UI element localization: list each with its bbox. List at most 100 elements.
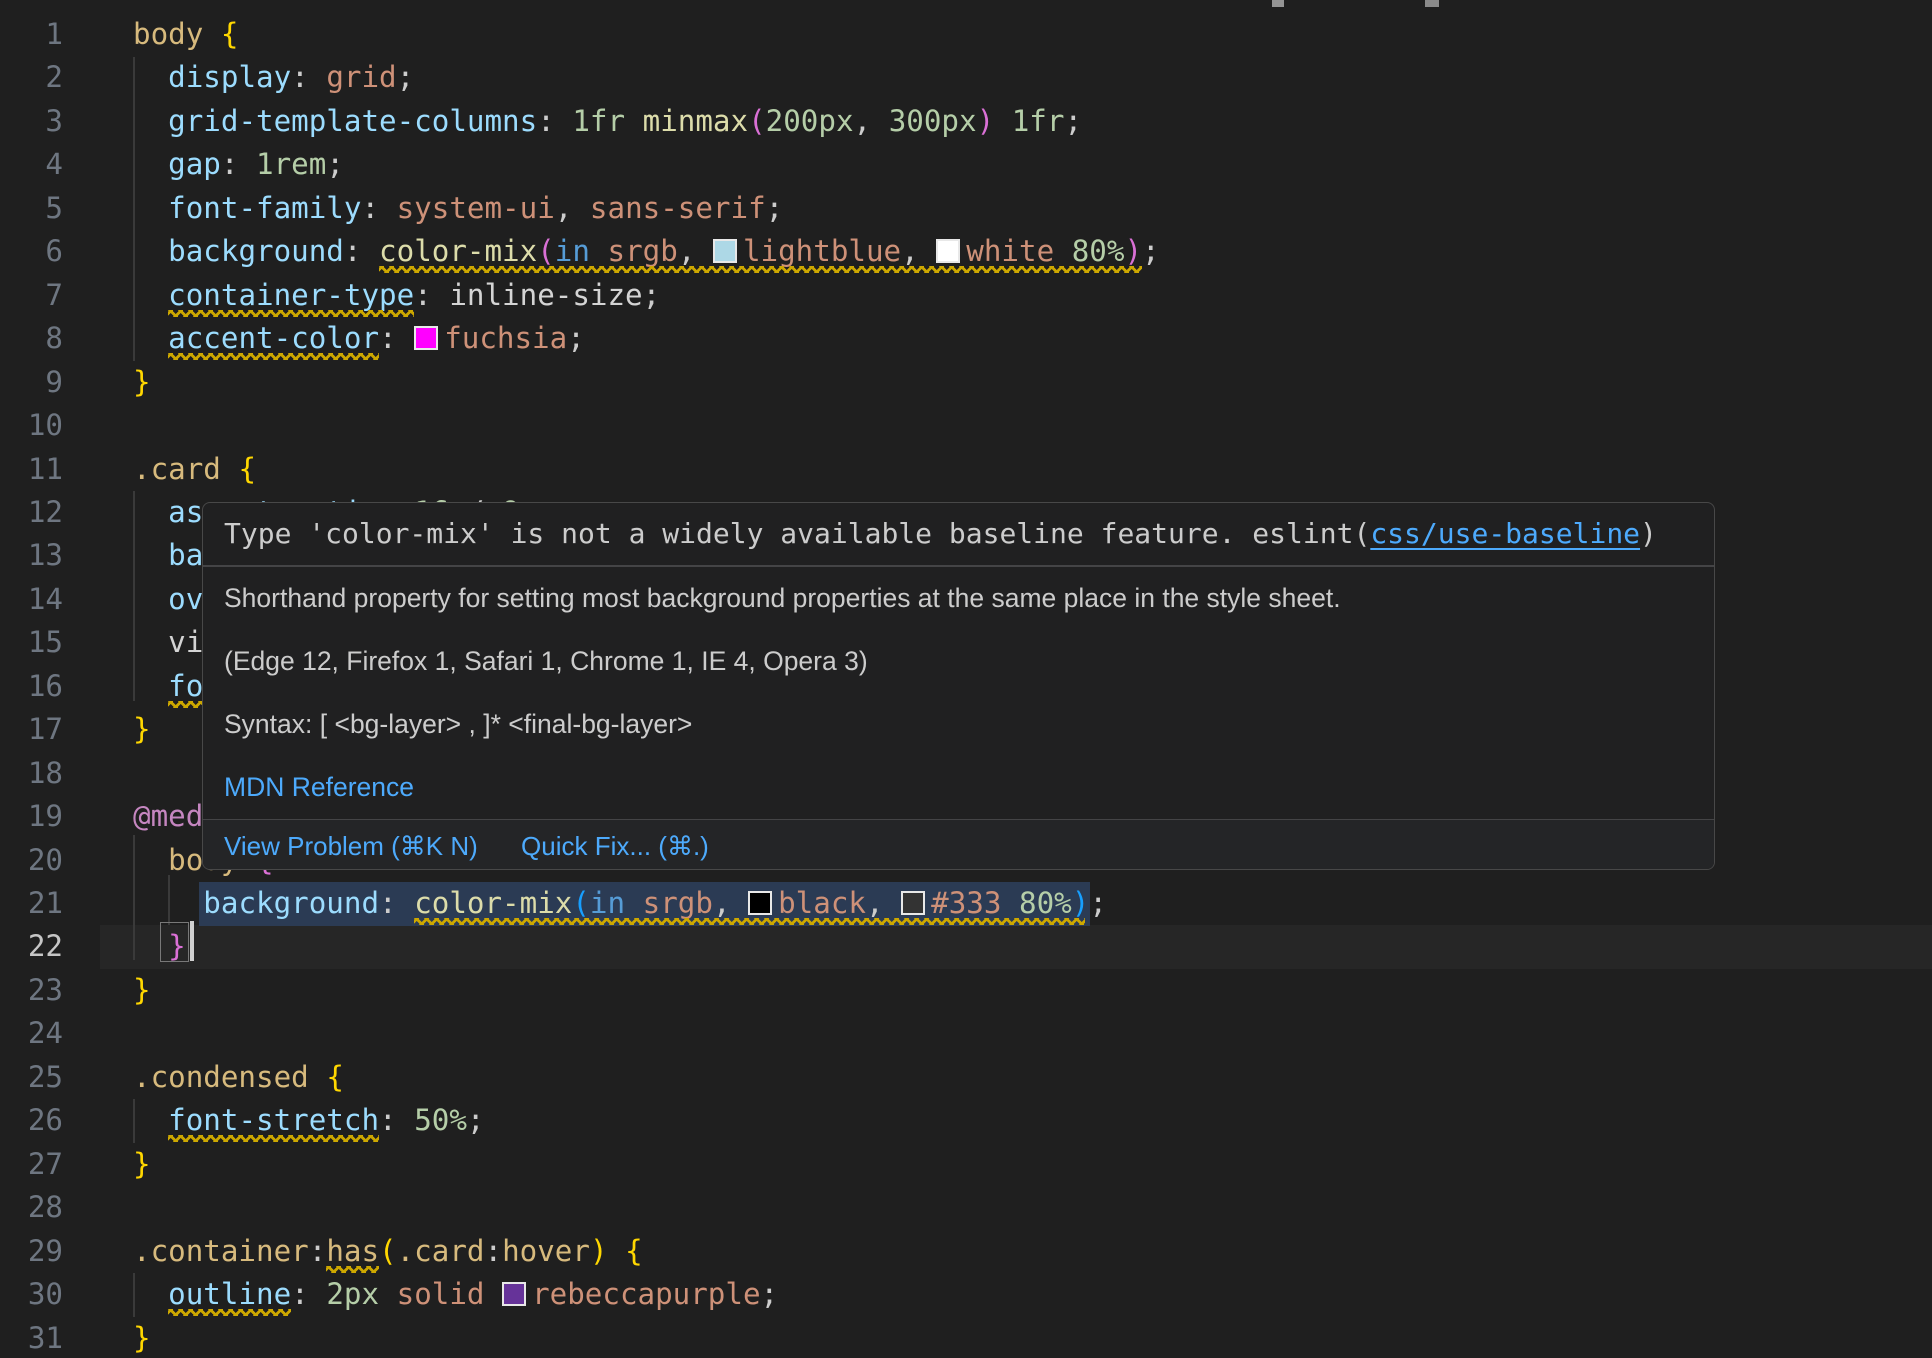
- token: [133, 669, 168, 703]
- token: ;: [643, 278, 661, 312]
- token: ,: [901, 234, 936, 268]
- line-number: 4: [0, 143, 63, 186]
- line-number: 6: [0, 230, 63, 273]
- token: solid: [397, 1277, 485, 1311]
- line-number: 31: [0, 1317, 63, 1358]
- token: .container: [133, 1234, 309, 1268]
- property-docs: Shorthand property for setting most back…: [203, 567, 1714, 819]
- code-line[interactable]: grid-template-columns: 1fr minmax(200px,…: [133, 100, 1082, 143]
- token: .card: [397, 1234, 485, 1268]
- token: [133, 104, 168, 138]
- quick-fix-button[interactable]: Quick Fix... (⌘.): [521, 831, 709, 861]
- code-line[interactable]: font-family: system-ui, sans-serif;: [133, 187, 783, 230]
- eslint-rule-link[interactable]: css/use-baseline: [1370, 517, 1640, 550]
- token: font-family: [168, 191, 361, 225]
- code-line[interactable]: }: [133, 361, 151, 404]
- color-swatch[interactable]: [713, 239, 737, 263]
- token: }: [133, 1321, 151, 1355]
- token: 80%: [1019, 886, 1072, 920]
- token: [133, 191, 168, 225]
- code-line[interactable]: display: grid;: [133, 56, 414, 99]
- code-line[interactable]: body {: [133, 13, 238, 56]
- code-line[interactable]: .condensed {: [133, 1056, 344, 1099]
- code-line[interactable]: gap: 1rem;: [133, 143, 344, 186]
- doc-description: Shorthand property for setting most back…: [203, 567, 1714, 630]
- token: (: [748, 104, 766, 138]
- token: grid-template-columns: [168, 104, 537, 138]
- token: 50%: [414, 1103, 467, 1137]
- token: [133, 278, 168, 312]
- token: ;: [326, 147, 344, 181]
- token: [625, 886, 643, 920]
- mdn-reference-row: MDN Reference: [203, 756, 1714, 819]
- token: in: [555, 234, 590, 268]
- token: [608, 1234, 626, 1268]
- hover-tooltip: Type 'color-mix' is not a widely availab…: [202, 502, 1715, 870]
- code-line[interactable]: .card {: [133, 448, 256, 491]
- token: vi: [168, 625, 203, 659]
- token: font-stretch: [168, 1103, 379, 1137]
- problem-text: Type 'color-mix' is not a widely availab…: [224, 517, 1370, 550]
- token: [133, 321, 168, 355]
- token: [379, 1277, 397, 1311]
- line-number: 2: [0, 56, 63, 99]
- code-line[interactable]: vi: [133, 621, 203, 664]
- token: fuchsia: [444, 321, 567, 355]
- color-swatch[interactable]: [414, 326, 438, 350]
- token: :: [361, 191, 396, 225]
- token: [133, 234, 168, 268]
- clipped-text-remnant: [1425, 0, 1439, 7]
- code-line[interactable]: }: [133, 969, 151, 1012]
- color-swatch[interactable]: [936, 239, 960, 263]
- text-cursor: [190, 921, 194, 961]
- line-number: 27: [0, 1143, 63, 1186]
- doc-syntax: Syntax: [ <bg-layer> , ]* <final-bg-laye…: [203, 693, 1714, 756]
- token: 1fr: [1012, 104, 1065, 138]
- token: ;: [1089, 886, 1107, 920]
- token: container-type: [168, 278, 414, 312]
- token: [1001, 886, 1019, 920]
- token: [133, 538, 168, 572]
- color-swatch[interactable]: [901, 891, 925, 915]
- color-swatch[interactable]: [502, 1282, 526, 1306]
- token: ;: [1142, 234, 1160, 268]
- code-line[interactable]: }: [133, 1317, 151, 1358]
- token: ;: [467, 1103, 485, 1137]
- code-line[interactable]: ba: [133, 534, 203, 577]
- token: :: [291, 60, 326, 94]
- doc-browser-support: (Edge 12, Firefox 1, Safari 1, Chrome 1,…: [203, 630, 1714, 693]
- line-number: 30: [0, 1273, 63, 1316]
- line-number: 14: [0, 578, 63, 621]
- view-problem-button[interactable]: View Problem (⌘K N): [224, 831, 478, 861]
- token: [309, 1060, 327, 1094]
- color-swatch[interactable]: [748, 891, 772, 915]
- token: }: [133, 1147, 151, 1181]
- mdn-reference-link[interactable]: MDN Reference: [224, 772, 414, 802]
- token: accent-color: [168, 321, 379, 355]
- token: }: [133, 973, 151, 1007]
- code-line[interactable]: ov: [133, 578, 203, 621]
- token: [133, 1103, 168, 1137]
- token: in: [590, 886, 625, 920]
- token: (: [379, 1234, 397, 1268]
- line-number: 15: [0, 621, 63, 664]
- token: [133, 886, 203, 920]
- line-number: 12: [0, 491, 63, 534]
- token: 300px: [889, 104, 977, 138]
- token: :: [379, 321, 414, 355]
- code-line[interactable]: }: [133, 708, 151, 751]
- problem-text-suffix: ): [1640, 517, 1657, 550]
- token: [133, 495, 168, 529]
- line-number: 11: [0, 448, 63, 491]
- token: [994, 104, 1012, 138]
- token: ;: [761, 1277, 779, 1311]
- code-line[interactable]: }: [133, 1143, 151, 1186]
- warning-squiggle: [168, 1309, 291, 1316]
- token: fo: [168, 669, 203, 703]
- code-line[interactable]: .container:has(.card:hover) {: [133, 1230, 643, 1273]
- token: :: [291, 1277, 326, 1311]
- problem-message: Type 'color-mix' is not a widely availab…: [203, 503, 1714, 565]
- token: hover: [502, 1234, 590, 1268]
- token: (: [572, 886, 590, 920]
- token: .condensed: [133, 1060, 309, 1094]
